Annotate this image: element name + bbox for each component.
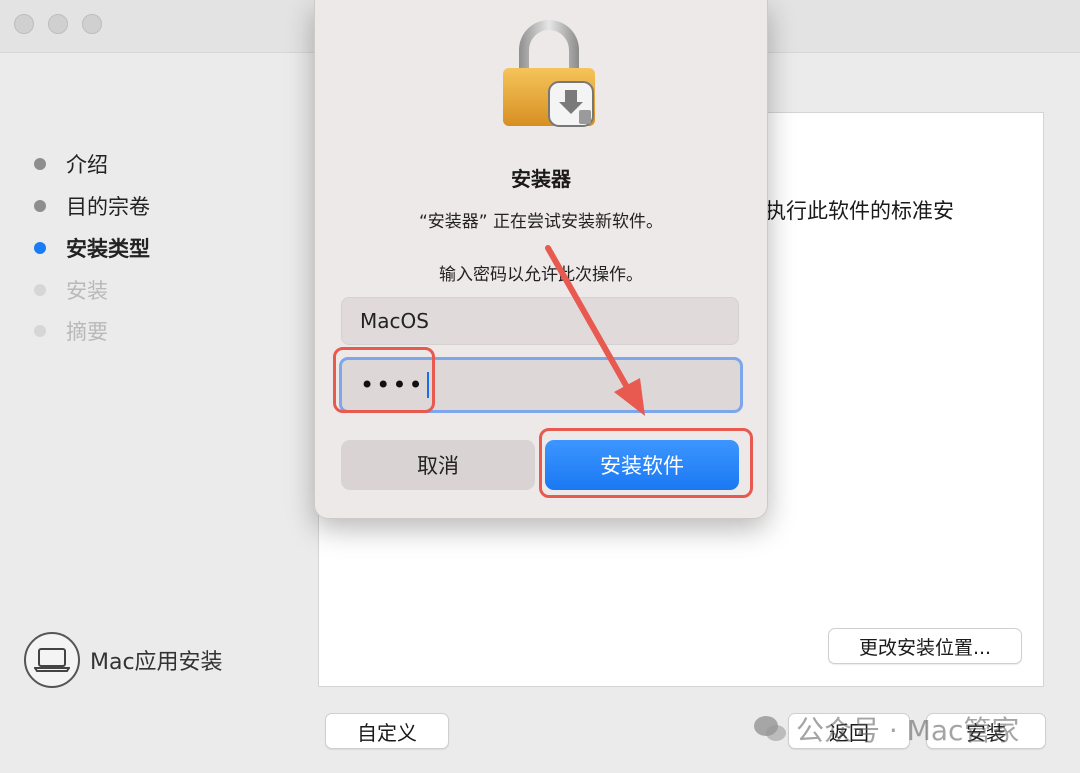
close-window-button[interactable] bbox=[14, 14, 34, 34]
customize-button[interactable]: 自定义 bbox=[325, 713, 449, 749]
change-install-location-button[interactable]: 更改安装位置... bbox=[828, 628, 1022, 664]
step-dot-icon bbox=[34, 284, 46, 296]
watermark-text: 公众号 · Mac管家 bbox=[796, 714, 1020, 747]
brand-badge: Mac应用安装 bbox=[24, 630, 223, 690]
dialog-prompt: 输入密码以允许此次操作。 bbox=[439, 265, 643, 285]
cancel-button[interactable]: 取消 bbox=[341, 440, 535, 490]
step-dot-icon bbox=[34, 242, 46, 254]
username-value: MacOS bbox=[360, 309, 429, 333]
brand-label: Mac应用安装 bbox=[90, 650, 223, 675]
step-dot-icon bbox=[34, 158, 46, 170]
install-software-highlight-box bbox=[539, 428, 753, 498]
step-install-type: 安装类型 bbox=[34, 233, 150, 263]
password-highlight-box bbox=[333, 347, 435, 413]
step-destination: 目的宗卷 bbox=[34, 191, 150, 221]
step-label: 安装类型 bbox=[66, 237, 150, 261]
laptop-icon bbox=[24, 632, 80, 688]
lock-icon bbox=[503, 20, 595, 127]
step-label: 摘要 bbox=[66, 320, 108, 344]
step-dot-icon bbox=[34, 200, 46, 212]
step-installation: 安装 bbox=[34, 275, 108, 305]
step-label: 安装 bbox=[66, 279, 108, 303]
step-label: 目的宗卷 bbox=[66, 195, 150, 219]
step-introduction: 介绍 bbox=[34, 149, 108, 179]
dialog-title: 安装器 bbox=[511, 167, 571, 191]
minimize-window-button[interactable] bbox=[48, 14, 68, 34]
install-description: 执行此软件的标准安 bbox=[765, 199, 954, 223]
username-field[interactable]: MacOS bbox=[341, 297, 739, 345]
zoom-window-button[interactable] bbox=[82, 14, 102, 34]
steps-sidebar: 介绍 目的宗卷 安装类型 安装 摘要 Mac应用安装 bbox=[0, 52, 310, 773]
wechat-icon bbox=[754, 716, 786, 741]
step-dot-icon bbox=[34, 325, 46, 337]
step-label: 介绍 bbox=[66, 153, 108, 177]
watermark: 公众号 · Mac管家 bbox=[752, 707, 1019, 751]
step-summary: 摘要 bbox=[34, 316, 108, 346]
dialog-message: “安装器” 正在尝试安装新软件。 bbox=[418, 212, 664, 232]
